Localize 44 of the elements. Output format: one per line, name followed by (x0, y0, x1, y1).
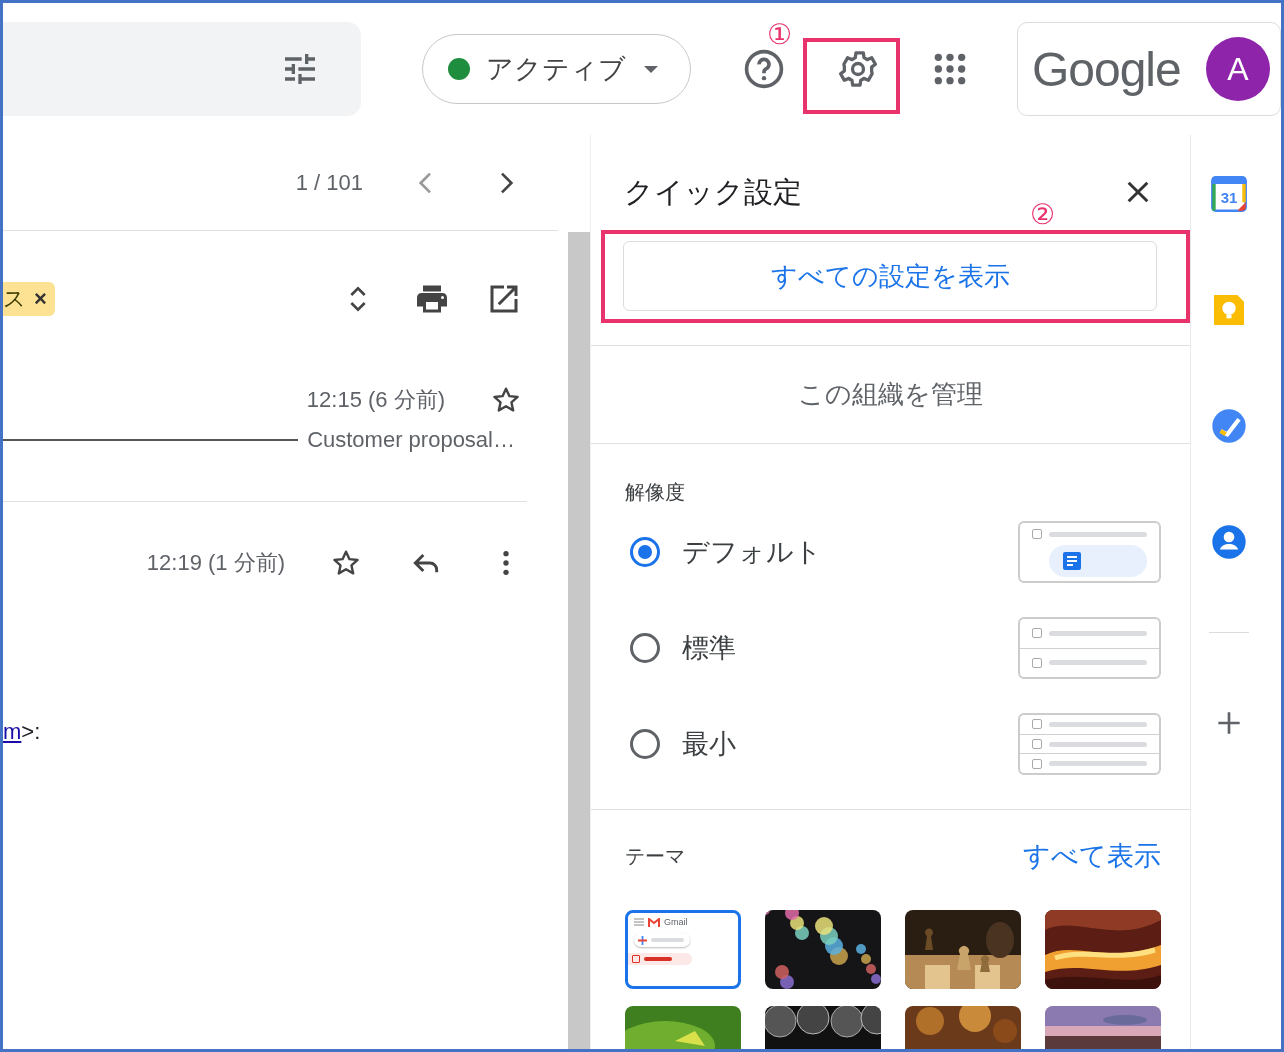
chip-label: ス (3, 285, 26, 313)
view-all-link[interactable]: すべて表示 (1023, 838, 1161, 874)
inbox-row (628, 953, 692, 965)
status-dot (447, 58, 470, 80)
checkbox-icon (1032, 628, 1042, 639)
checkbox-icon (1032, 657, 1042, 668)
radio-button[interactable] (630, 729, 660, 759)
calendar-icon[interactable]: 31 (1208, 174, 1249, 214)
status-dropdown[interactable]: アクティブ (421, 34, 691, 104)
account-card[interactable]: Google A (1016, 22, 1281, 116)
manage-org-link[interactable]: この組織を管理 (591, 346, 1190, 443)
app-name: Gmail (664, 917, 688, 927)
page-counter: 1 / 101 (295, 169, 363, 196)
email-link[interactable]: m (3, 719, 22, 745)
radio-button[interactable] (630, 537, 660, 567)
mail-logo (648, 917, 660, 927)
checkbox-icon (1032, 529, 1042, 539)
panel-title: クイック設定 (624, 175, 803, 210)
option-label: デフォルト (682, 536, 823, 569)
avatar[interactable]: A (1206, 37, 1270, 101)
checkbox-icon (1032, 758, 1042, 769)
checkbox-icon (1032, 719, 1042, 730)
option-label: 最小 (682, 728, 737, 761)
message-snippet: Customer proposal… (307, 427, 515, 453)
body-text: >: (21, 719, 41, 745)
step-number: ② (1030, 201, 1056, 229)
message-time: 12:19 (1 分前) (146, 549, 285, 577)
radio-button[interactable] (630, 633, 660, 663)
option-label: 標準 (682, 632, 737, 665)
caret-icon (643, 65, 658, 73)
theme-thumbnail[interactable]: Gmail (625, 910, 741, 989)
chip-remove[interactable]: × (34, 286, 47, 312)
scrollbar[interactable] (568, 232, 590, 1049)
message-time: 12:15 (6 分前) (306, 386, 445, 414)
document-icon (1062, 551, 1082, 571)
plus-icon (638, 935, 647, 945)
checkbox-icon (1032, 739, 1042, 749)
logo: Google (1031, 41, 1181, 97)
search-field[interactable] (3, 22, 361, 116)
all-settings-button[interactable]: すべての設定を表示 (623, 241, 1157, 311)
menu-icon (634, 918, 644, 926)
section-heading: 解像度 (625, 480, 686, 504)
section-heading: テーマ (625, 844, 685, 868)
step-number: ① (767, 21, 793, 49)
